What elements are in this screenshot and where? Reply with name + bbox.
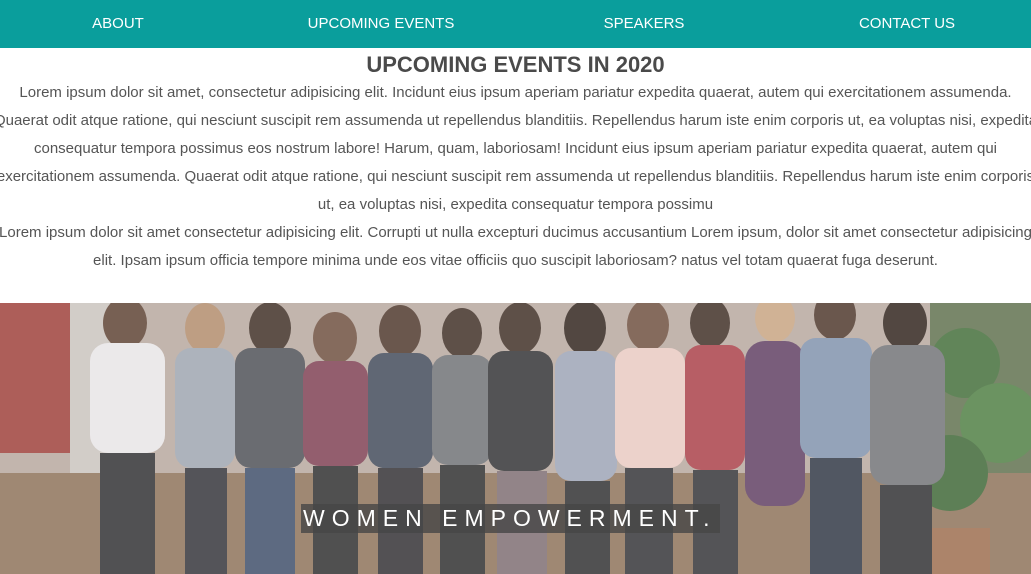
top-navbar: ABOUT UPCOMING EVENTS SPEAKERS CONTACT U… [0,0,1031,48]
nav-link-about[interactable]: ABOUT [92,0,144,48]
nav-link-upcoming-events[interactable]: UPCOMING EVENTS [308,0,455,48]
hero-overlay [0,303,1031,574]
events-title: UPCOMING EVENTS IN 2020 [366,52,665,77]
nav-link-speakers[interactable]: SPEAKERS [604,0,685,48]
events-paragraph-1: Lorem ipsum dolor sit amet, consectetur … [0,84,1031,213]
events-paragraph-2: Lorem ipsum dolor sit amet consectetur a… [0,224,1031,269]
hero-caption: WOMEN EMPOWERMENT. [301,504,720,533]
hero-banner: WOMEN EMPOWERMENT. [0,303,1031,574]
nav-link-contact-us[interactable]: CONTACT US [859,0,955,48]
